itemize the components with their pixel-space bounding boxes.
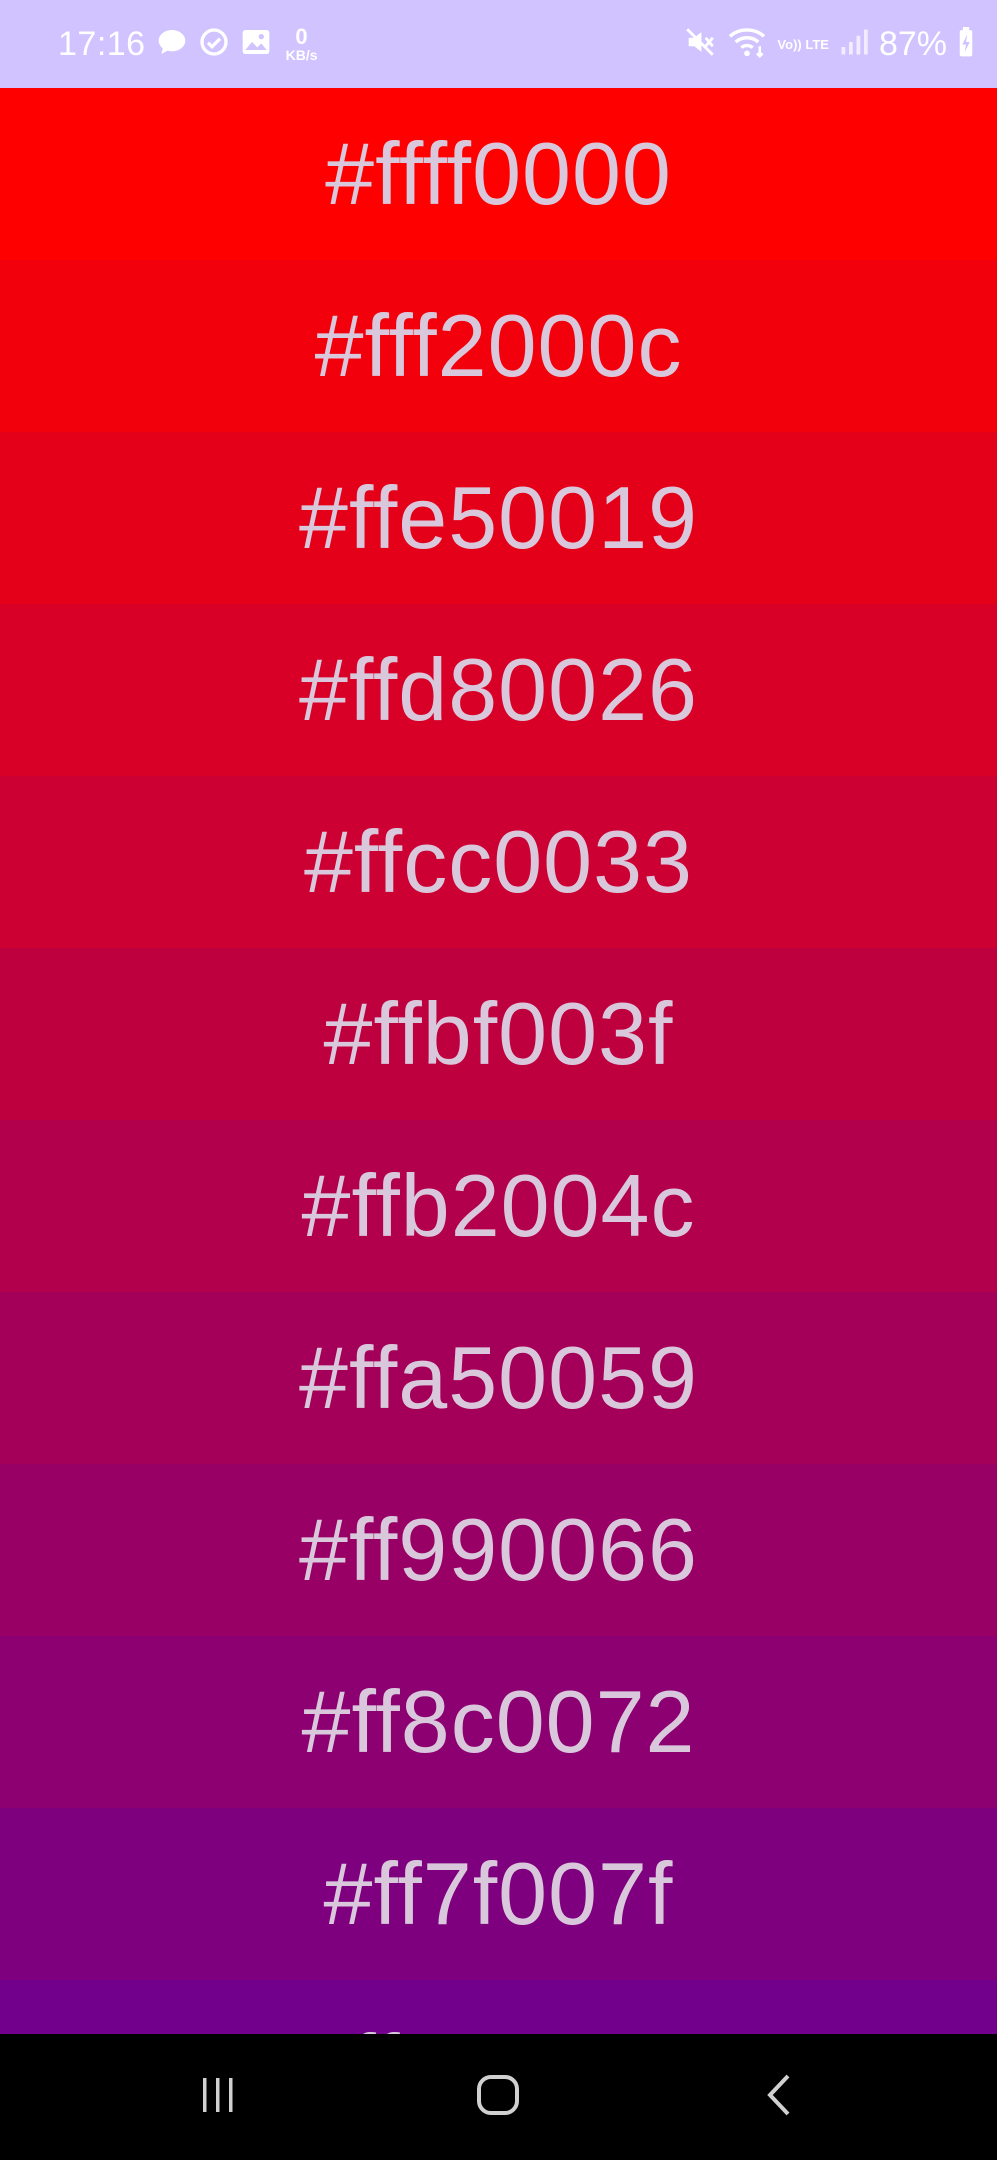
color-row[interactable]: #ffd80026: [0, 604, 997, 776]
wifi-icon: [727, 25, 767, 64]
color-label: #ff8c0072: [301, 1672, 696, 1771]
back-icon: [758, 2070, 798, 2125]
check-circle-icon: [198, 26, 230, 63]
network-speed: 0 KB/s: [285, 24, 318, 63]
color-row[interactable]: #ffff0000: [0, 88, 997, 260]
color-row[interactable]: #fff2000c: [0, 260, 997, 432]
status-bar-left: 17:16 0 KB/s: [58, 25, 318, 64]
color-label: #ff72008c: [302, 2015, 696, 2034]
color-row[interactable]: #ff8c0072: [0, 1636, 997, 1808]
color-list[interactable]: #ffff0000 #fff2000c #ffe50019 #ffd80026 #ffc…: [0, 88, 997, 2034]
color-row[interactable]: #ffcc0033: [0, 776, 997, 948]
clock: 17:16: [58, 24, 146, 63]
color-row[interactable]: #ffbf003f: [0, 948, 997, 1120]
status-bar-right: Vo)) LTE 87%: [683, 25, 975, 64]
color-row[interactable]: #ffb2004c: [0, 1120, 997, 1292]
status-bar: 17:16 0 KB/s Vo)) LTE 87%: [0, 0, 997, 88]
color-label: #ffff0000: [325, 124, 672, 223]
color-label: #ffa50059: [299, 1328, 698, 1427]
color-row[interactable]: #ffe50019: [0, 432, 997, 604]
color-label: #ffbf003f: [323, 984, 674, 1083]
color-label: #ffe50019: [299, 468, 698, 567]
color-label: #ff7f007f: [323, 1844, 674, 1943]
color-label: #ffb2004c: [301, 1156, 696, 1255]
battery-charging-icon: [957, 26, 975, 62]
color-row[interactable]: #ff990066: [0, 1464, 997, 1636]
battery-percent: 87%: [878, 24, 947, 63]
volte-icon: Vo)) LTE: [777, 36, 829, 52]
color-label: #ffd80026: [299, 640, 698, 739]
back-button[interactable]: [718, 2034, 838, 2160]
color-row[interactable]: #ff72008c: [0, 1980, 997, 2034]
color-label: #ff990066: [299, 1500, 698, 1599]
mute-icon: [683, 25, 717, 64]
color-row[interactable]: #ff7f007f: [0, 1808, 997, 1980]
gallery-icon: [240, 26, 272, 63]
color-label: #ffcc0033: [303, 812, 693, 911]
chat-bubble-icon: [156, 26, 188, 63]
network-speed-value: 0: [295, 24, 308, 49]
signal-icon: [839, 27, 869, 62]
recent-apps-icon: [195, 2072, 241, 2123]
network-speed-unit: KB/s: [285, 47, 318, 63]
navigation-bar: [0, 2034, 997, 2160]
home-button[interactable]: [438, 2034, 558, 2160]
color-row[interactable]: #ffa50059: [0, 1292, 997, 1464]
color-label: #fff2000c: [314, 296, 683, 395]
home-icon: [473, 2070, 523, 2125]
recent-apps-button[interactable]: [158, 2034, 278, 2160]
